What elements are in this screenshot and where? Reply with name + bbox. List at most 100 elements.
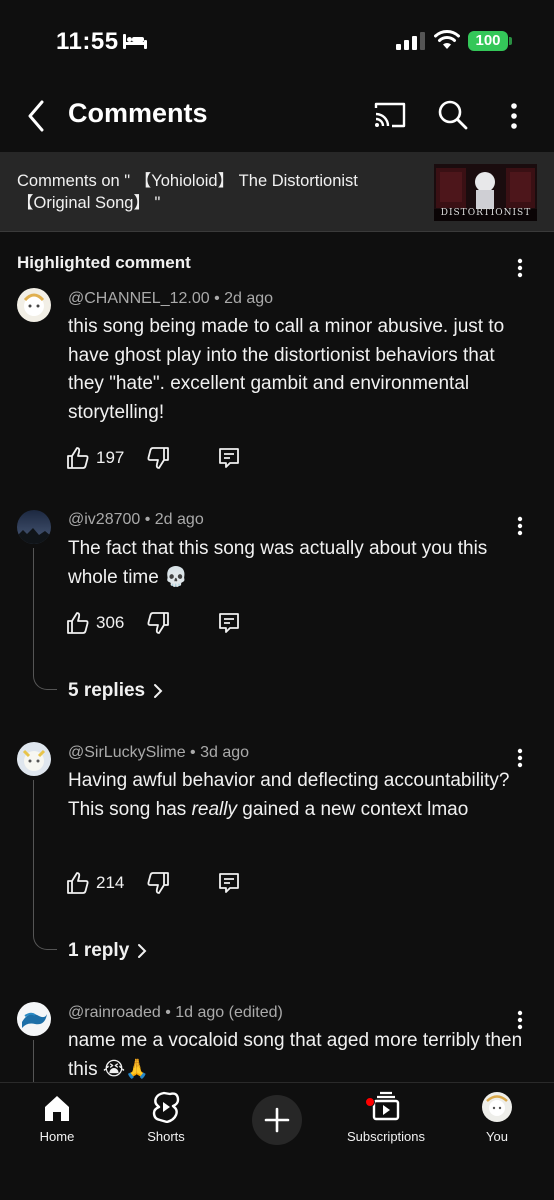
video-title: Comments on " 【Yohioloid】 The Distortion… — [17, 172, 358, 212]
nav-icon-wrap — [481, 1083, 513, 1127]
thread-line — [33, 780, 57, 950]
search-icon — [438, 100, 468, 130]
avatar[interactable] — [17, 1002, 51, 1036]
more-vertical-icon — [517, 516, 523, 536]
comments-header: Comments — [0, 84, 554, 148]
back-button[interactable] — [18, 96, 54, 136]
replies-count: 5 replies — [68, 680, 146, 701]
create-button[interactable] — [252, 1095, 302, 1145]
battery-indicator: 100 — [468, 31, 508, 51]
chevron-right-icon — [138, 944, 147, 958]
like-button[interactable]: 214 — [66, 871, 124, 895]
view-replies-button[interactable]: 5 replies — [68, 680, 163, 702]
battery-cap — [509, 37, 512, 45]
comment-text: this song being made to call a minor abu… — [68, 316, 505, 423]
more-vertical-icon — [517, 748, 523, 768]
status-time: 11:55 — [56, 28, 119, 55]
status-bar: 11:55 100 — [0, 0, 554, 84]
more-vertical-icon — [517, 1010, 523, 1030]
plus-icon — [264, 1107, 290, 1133]
wifi-icon — [434, 30, 460, 49]
comment-more-button[interactable] — [508, 746, 532, 770]
cast-button[interactable] — [372, 98, 408, 134]
thumbs-up-icon — [67, 872, 89, 894]
subscriptions-icon — [372, 1091, 400, 1121]
like-count: 197 — [96, 448, 125, 467]
comment-text-part: gained a new context lmao — [236, 798, 469, 820]
dislike-button[interactable] — [146, 611, 170, 640]
comment-author-meta[interactable]: @CHANNEL_12.00 • 2d ago — [68, 290, 273, 308]
comment-actions: 306 — [66, 611, 266, 639]
thumbs-up-icon — [67, 612, 89, 634]
reply-button[interactable] — [217, 446, 241, 475]
chevron-left-icon — [28, 100, 44, 132]
comment-more-button[interactable] — [508, 1008, 532, 1032]
profile-avatar-icon — [482, 1092, 512, 1122]
like-count: 306 — [96, 613, 125, 632]
like-button[interactable]: 197 — [66, 446, 124, 470]
comment-author-meta[interactable]: @SirLuckySlime • 3d ago — [68, 744, 249, 762]
cast-icon — [374, 102, 406, 128]
thumbs-down-icon — [147, 612, 169, 634]
nav-home[interactable]: Home — [32, 1083, 82, 1144]
avatar-image — [17, 742, 51, 776]
like-button[interactable]: 306 — [66, 611, 124, 635]
shorts-icon — [152, 1091, 180, 1123]
comment-more-button[interactable] — [508, 514, 532, 538]
search-button[interactable] — [434, 96, 472, 134]
comment-actions: 214 — [66, 871, 266, 899]
notification-dot — [365, 1097, 375, 1107]
thumbs-down-icon — [147, 447, 169, 469]
thumbs-down-icon — [147, 872, 169, 894]
nav-shorts[interactable]: Shorts — [138, 1083, 194, 1144]
thread-line — [33, 1040, 34, 1082]
comment-text: The fact that this song was actually abo… — [68, 538, 488, 588]
reply-icon — [219, 873, 239, 893]
nav-subscriptions[interactable]: Subscriptions — [340, 1083, 432, 1144]
dislike-button[interactable] — [146, 871, 170, 900]
nav-icon-wrap — [152, 1083, 180, 1127]
avatar-image — [17, 1002, 51, 1036]
reply-button[interactable] — [217, 611, 241, 640]
thumbs-up-icon — [67, 447, 89, 469]
avatar[interactable] — [17, 510, 51, 544]
video-banner[interactable]: Comments on " 【Yohioloid】 The Distortion… — [0, 152, 554, 232]
thread-line — [33, 548, 57, 690]
page-title: Comments — [68, 98, 208, 128]
more-options-button[interactable] — [498, 98, 530, 134]
comment-text-emphasis: really — [191, 798, 237, 820]
chevron-right-icon — [154, 684, 163, 698]
thumbnail-title-text: DISTORTIONIST — [440, 208, 532, 218]
nav-label: Subscriptions — [346, 1129, 426, 1144]
comment-text: Having awful behavior and deflecting acc… — [68, 767, 528, 824]
sleep-focus-icon — [123, 34, 147, 49]
replies-count: 1 reply — [68, 940, 130, 961]
heading-more-button[interactable] — [508, 256, 532, 280]
reply-icon — [219, 613, 239, 633]
like-count: 214 — [96, 873, 125, 892]
nav-label: Shorts — [147, 1129, 185, 1144]
comment-text: name me a vocaloid song that aged more t… — [68, 1030, 523, 1080]
highlighted-comment-heading: Highlighted comment — [17, 253, 191, 272]
nav-label: Home — [39, 1129, 75, 1144]
comment-actions: 197 — [66, 446, 266, 474]
comment-author-meta[interactable]: @iv28700 • 2d ago — [68, 511, 204, 529]
avatar-image — [17, 510, 51, 544]
home-icon — [45, 1096, 69, 1121]
comment-author-meta[interactable]: @rainroaded • 1d ago (edited) — [68, 1004, 283, 1022]
nav-you[interactable]: You — [476, 1083, 518, 1144]
avatar[interactable] — [17, 742, 51, 776]
cellular-signal-icon — [396, 32, 425, 50]
more-vertical-icon — [517, 258, 523, 278]
dislike-button[interactable] — [146, 446, 170, 475]
nav-icon-wrap — [42, 1083, 72, 1127]
reply-icon — [219, 448, 239, 468]
avatar-image — [17, 288, 51, 322]
avatar[interactable] — [17, 288, 51, 322]
bottom-navigation: Home Shorts Subscriptions You — [0, 1082, 554, 1200]
more-vertical-icon — [511, 103, 517, 129]
video-thumbnail[interactable]: DISTORTIONIST — [434, 164, 537, 221]
reply-button[interactable] — [217, 871, 241, 900]
nav-label: You — [486, 1129, 508, 1144]
view-replies-button[interactable]: 1 reply — [68, 940, 147, 962]
